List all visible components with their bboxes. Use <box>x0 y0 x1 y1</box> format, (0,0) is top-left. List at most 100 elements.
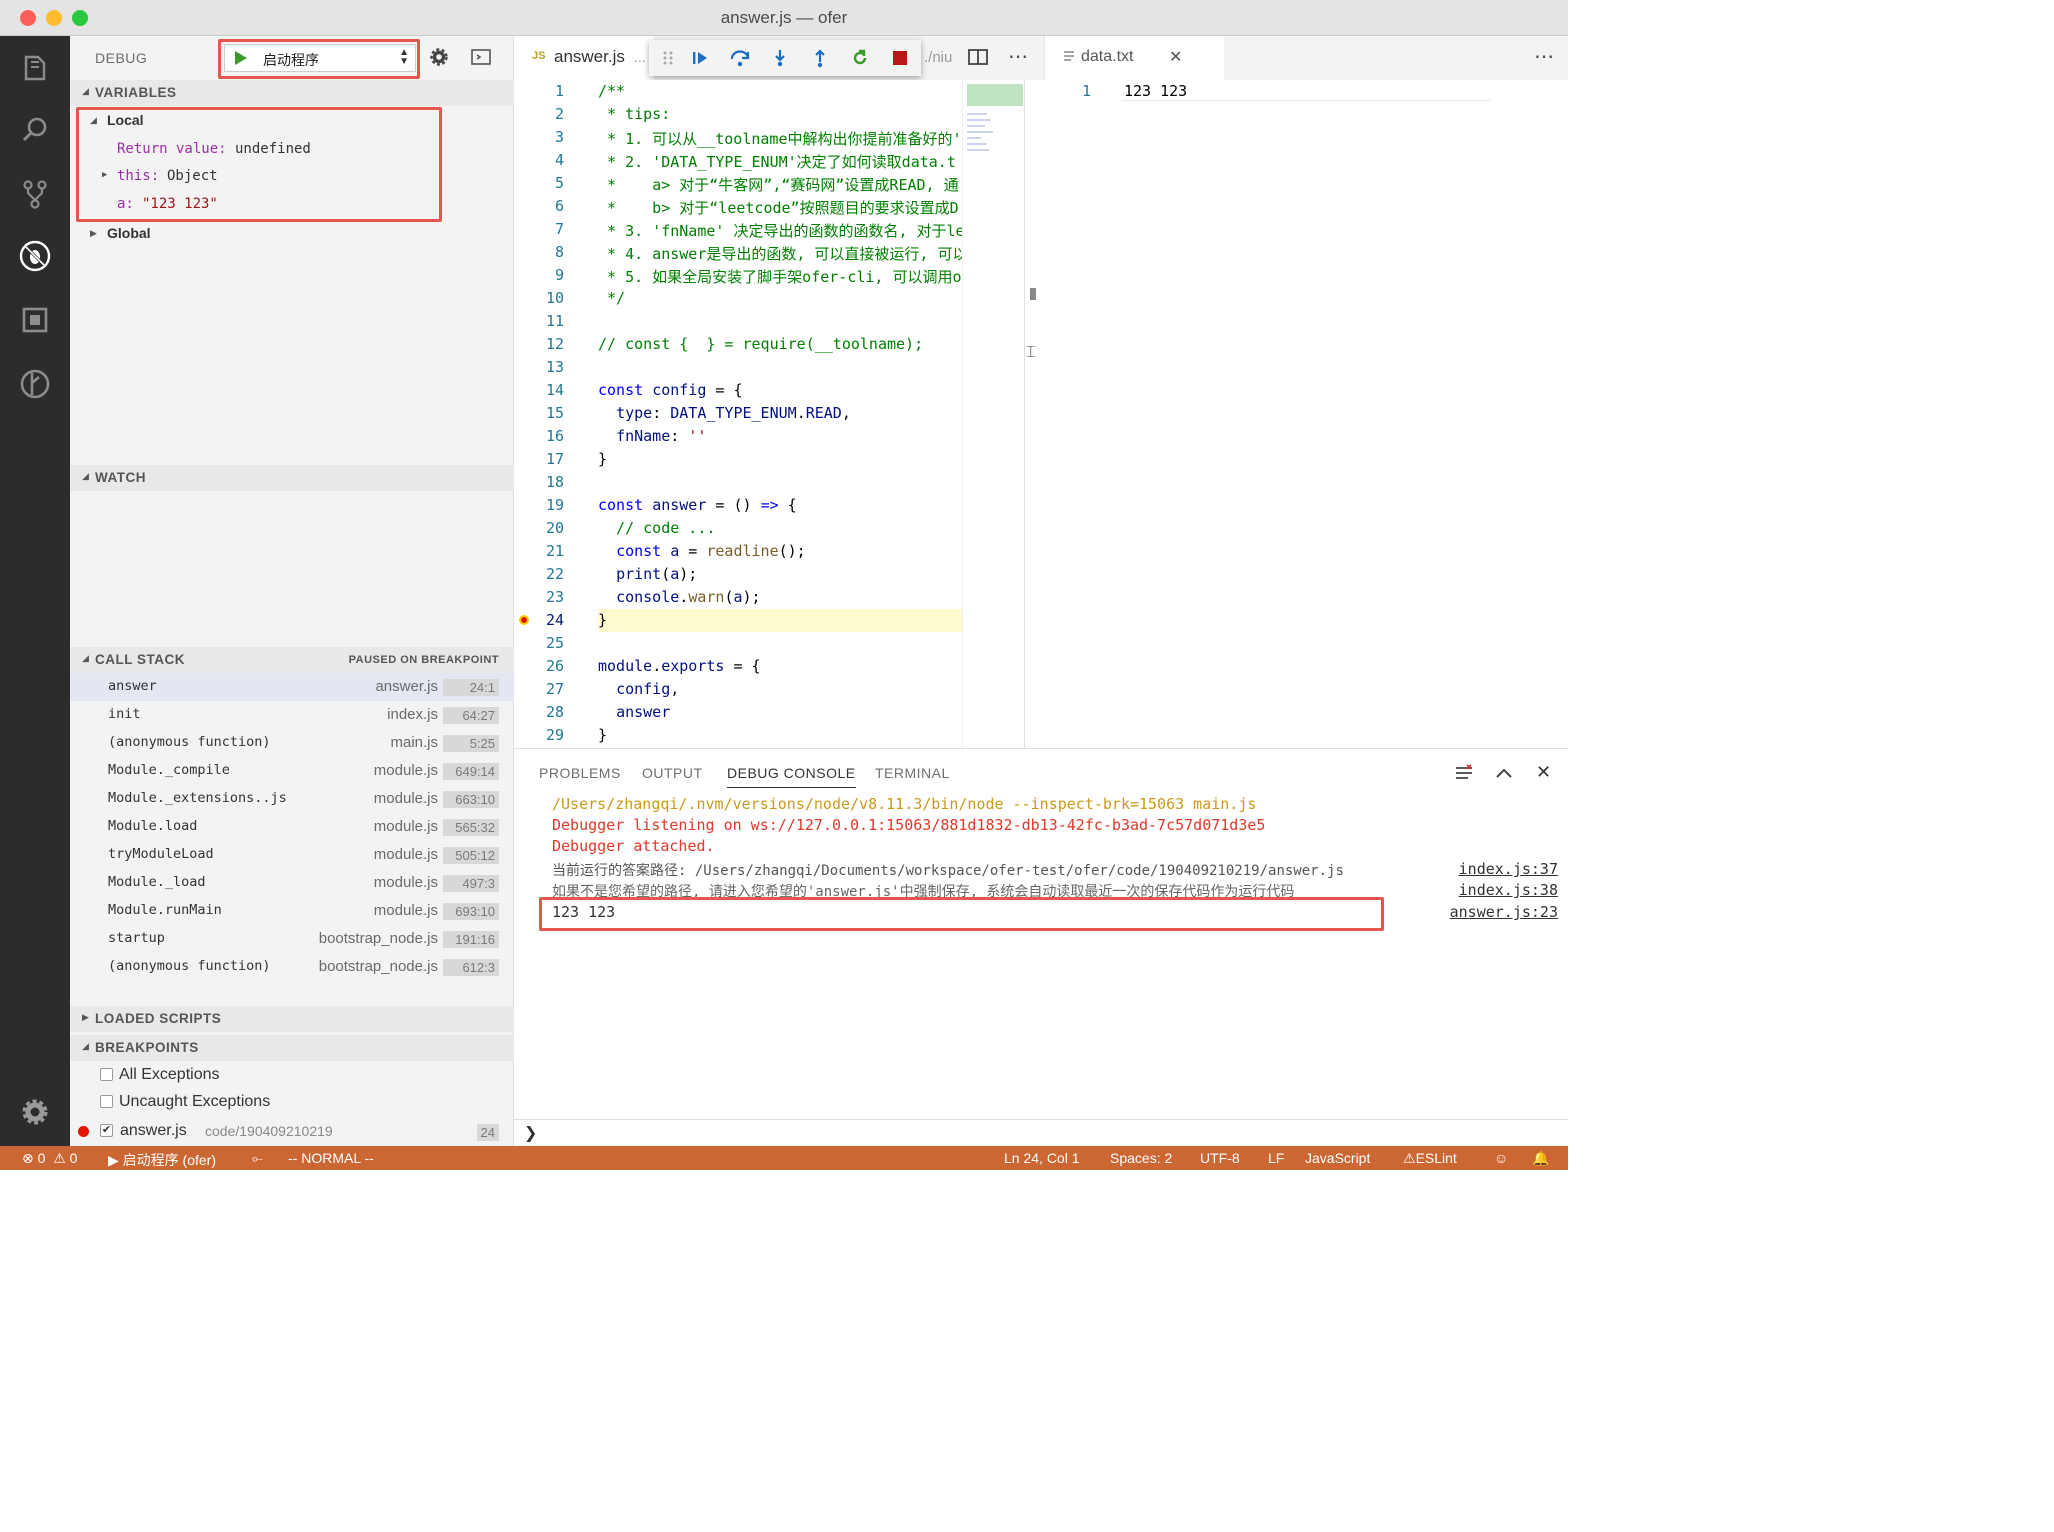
search-icon[interactable] <box>15 110 55 150</box>
watch-section-header[interactable]: ◢ WATCH <box>70 465 514 491</box>
checkbox[interactable] <box>100 1068 113 1081</box>
line-number[interactable]: 7 <box>532 220 564 238</box>
git-sync-icon[interactable]: ⟜ <box>252 1150 263 1167</box>
line-number[interactable]: 24 <box>532 611 564 629</box>
source-link[interactable]: index.js:38 <box>1459 881 1558 899</box>
line-number[interactable]: 21 <box>532 542 564 560</box>
tab-debug-console[interactable]: DEBUG CONSOLE <box>727 765 856 788</box>
line-number[interactable]: 26 <box>532 657 564 675</box>
line-number[interactable]: 3 <box>532 128 564 146</box>
notification-bell-icon[interactable]: 🔔 <box>1532 1150 1549 1167</box>
maximize-panel-icon[interactable] <box>1494 763 1514 786</box>
line-number[interactable]: 29 <box>532 726 564 744</box>
stack-frame[interactable]: tryModuleLoad module.js 505:12 <box>70 841 514 869</box>
breakpoint-answer-js[interactable]: ✔ answer.js code/190409210219 24 <box>70 1118 514 1146</box>
stack-frame[interactable]: Module.runMain module.js 693:10 <box>70 897 514 925</box>
breakpoint-uncaught-exceptions[interactable]: Uncaught Exceptions <box>70 1089 514 1117</box>
line-number[interactable]: 20 <box>532 519 564 537</box>
tab-answer-js[interactable]: JS answer.js ... <box>514 36 654 80</box>
tab-data-txt[interactable]: data.txt ✕ <box>1044 36 1224 80</box>
line-number[interactable]: 4 <box>532 151 564 169</box>
more-actions-icon[interactable]: ⋯ <box>1008 44 1028 69</box>
close-panel-icon[interactable]: ✕ <box>1536 762 1551 783</box>
drag-handle-icon[interactable] <box>655 45 681 71</box>
step-into-icon[interactable] <box>767 45 793 71</box>
clear-console-icon[interactable] <box>1454 764 1474 787</box>
global-scope[interactable]: ▶ Global <box>70 221 514 247</box>
source-link[interactable]: answer.js:23 <box>1450 903 1558 921</box>
breakpoint-all-exceptions[interactable]: All Exceptions <box>70 1062 514 1090</box>
stack-frame[interactable]: Module._compile module.js 649:14 <box>70 757 514 785</box>
line-number[interactable]: 28 <box>532 703 564 721</box>
settings-gear-icon[interactable] <box>15 1092 55 1132</box>
step-over-icon[interactable] <box>727 45 753 71</box>
line-number[interactable]: 10 <box>532 289 564 307</box>
stop-icon[interactable] <box>887 45 913 71</box>
extensions-icon[interactable] <box>15 300 55 340</box>
step-out-icon[interactable] <box>807 45 833 71</box>
checkbox[interactable] <box>100 1095 113 1108</box>
line-number[interactable]: 2 <box>532 105 564 123</box>
end-of-line[interactable]: LF <box>1268 1150 1284 1166</box>
data-txt-editor[interactable]: 1 123 123 <box>1044 80 1568 748</box>
more-actions-icon[interactable]: ⋯ <box>1534 44 1554 69</box>
line-number[interactable]: 12 <box>532 335 564 353</box>
feedback-smiley-icon[interactable]: ☺ <box>1494 1150 1508 1166</box>
breakpoint-arrow-icon[interactable] <box>519 615 529 625</box>
debug-target-status[interactable]: ▶ 启动程序 (ofer) <box>108 1150 216 1170</box>
checkbox-checked[interactable]: ✔ <box>100 1124 113 1137</box>
loaded-scripts-section-header[interactable]: ▶ LOADED SCRIPTS <box>70 1006 514 1032</box>
line-number[interactable]: 18 <box>532 473 564 491</box>
problems-status[interactable]: ⊗ 0 ⚠ 0 <box>22 1150 77 1167</box>
stack-frame[interactable]: Module._load module.js 497:3 <box>70 869 514 897</box>
line-number[interactable]: 16 <box>532 427 564 445</box>
stack-frame[interactable]: Module.load module.js 565:32 <box>70 813 514 841</box>
line-number[interactable]: 23 <box>532 588 564 606</box>
gear-icon[interactable] <box>428 46 450 71</box>
source-link[interactable]: index.js:37 <box>1459 860 1558 878</box>
console-input[interactable] <box>544 1121 1554 1145</box>
tab-terminal[interactable]: TERMINAL <box>875 765 950 781</box>
editor-split-divider[interactable] <box>1024 80 1025 748</box>
stack-frame[interactable]: startup bootstrap_node.js 191:16 <box>70 925 514 953</box>
cursor-position[interactable]: Ln 24, Col 1 <box>1004 1150 1080 1166</box>
explorer-icon[interactable] <box>15 48 55 88</box>
eslint-status[interactable]: ⚠ESLint <box>1403 1150 1457 1167</box>
line-number[interactable]: 9 <box>532 266 564 284</box>
stack-frame[interactable]: (anonymous function) bootstrap_node.js 612… <box>70 953 514 981</box>
call-stack-section-header[interactable]: ◢ CALL STACK PAUSED ON BREAKPOINT <box>70 647 514 673</box>
source-control-icon[interactable] <box>15 174 55 214</box>
line-number[interactable]: 11 <box>532 312 564 330</box>
tab-problems[interactable]: PROBLEMS <box>539 765 621 781</box>
line-number[interactable]: 17 <box>532 450 564 468</box>
debug-console-icon[interactable] <box>470 46 492 71</box>
line-number[interactable]: 14 <box>532 381 564 399</box>
debug-icon[interactable] <box>15 236 55 276</box>
close-tab-icon[interactable]: ✕ <box>1169 47 1182 67</box>
continue-icon[interactable] <box>687 45 713 71</box>
stack-frame[interactable]: Module._extensions..js module.js 663:10 <box>70 785 514 813</box>
line-number[interactable]: 27 <box>532 680 564 698</box>
stack-frame[interactable]: (anonymous function) main.js 5:25 <box>70 729 514 757</box>
code-editor[interactable]: 1 /** 2 * tips: 3 * 1. 可以从__toolname中解构出你提前… <box>514 80 968 748</box>
line-number[interactable]: 5 <box>532 174 564 192</box>
variables-section-header[interactable]: ◢ VARIABLES <box>70 80 514 106</box>
minimap[interactable] <box>962 80 1024 748</box>
line-number[interactable]: 8 <box>532 243 564 261</box>
language-mode[interactable]: JavaScript <box>1305 1150 1370 1166</box>
line-number[interactable]: 25 <box>532 634 564 652</box>
encoding[interactable]: UTF-8 <box>1200 1150 1240 1166</box>
line-number[interactable]: 15 <box>532 404 564 422</box>
indentation[interactable]: Spaces: 2 <box>1110 1150 1172 1166</box>
split-editor-icon[interactable] <box>968 48 988 69</box>
stack-frame[interactable]: init index.js 64:27 <box>70 701 514 729</box>
line-number[interactable]: 22 <box>532 565 564 583</box>
line-number[interactable]: 19 <box>532 496 564 514</box>
line-number[interactable]: 13 <box>532 358 564 376</box>
breakpoints-section-header[interactable]: ◢ BREAKPOINTS <box>70 1035 514 1061</box>
line-number[interactable]: 1 <box>532 82 564 100</box>
restart-icon[interactable] <box>847 45 873 71</box>
line-number[interactable]: 6 <box>532 197 564 215</box>
stack-frame[interactable]: answer answer.js 24:1 <box>70 673 514 701</box>
history-icon[interactable] <box>15 364 55 404</box>
